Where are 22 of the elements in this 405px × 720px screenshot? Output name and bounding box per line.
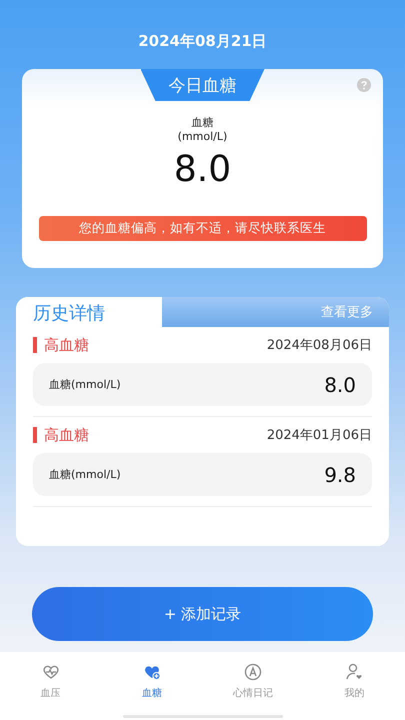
- tab-bar-item[interactable]: 心情日记: [202, 652, 304, 720]
- measure-label: 血糖: [192, 115, 214, 130]
- reading-label: 血糖(mmol/L): [49, 467, 121, 482]
- record-date: 2024年01月06日: [266, 427, 372, 444]
- reading-label: 血糖(mmol/L): [49, 377, 121, 392]
- person-icon: [345, 663, 364, 681]
- add-record-button[interactable]: + 添加记录: [32, 587, 373, 641]
- unit-label: (mmol/L): [178, 130, 228, 143]
- glucose-value: 8.0: [174, 149, 232, 190]
- help-icon[interactable]: [357, 78, 371, 92]
- reading-value: 8.0: [324, 372, 356, 396]
- record-date: 2024年08月06日: [266, 337, 372, 354]
- see-more-link[interactable]: 查看更多: [321, 303, 373, 321]
- reading-value: 9.8: [324, 462, 356, 486]
- warning-banner: 您的血糖偏高，如有不适，请尽快联系医生: [38, 216, 366, 241]
- date-title: 2024年08月21日: [138, 32, 267, 51]
- status-label: 高血糖: [33, 337, 89, 353]
- tab-bar-item[interactable]: 血压: [0, 652, 102, 720]
- heart-pulse-icon: [42, 663, 60, 681]
- compass-icon: [244, 663, 262, 681]
- tab-bar-item[interactable]: 我的: [304, 652, 405, 720]
- status-label: 高血糖: [33, 427, 89, 443]
